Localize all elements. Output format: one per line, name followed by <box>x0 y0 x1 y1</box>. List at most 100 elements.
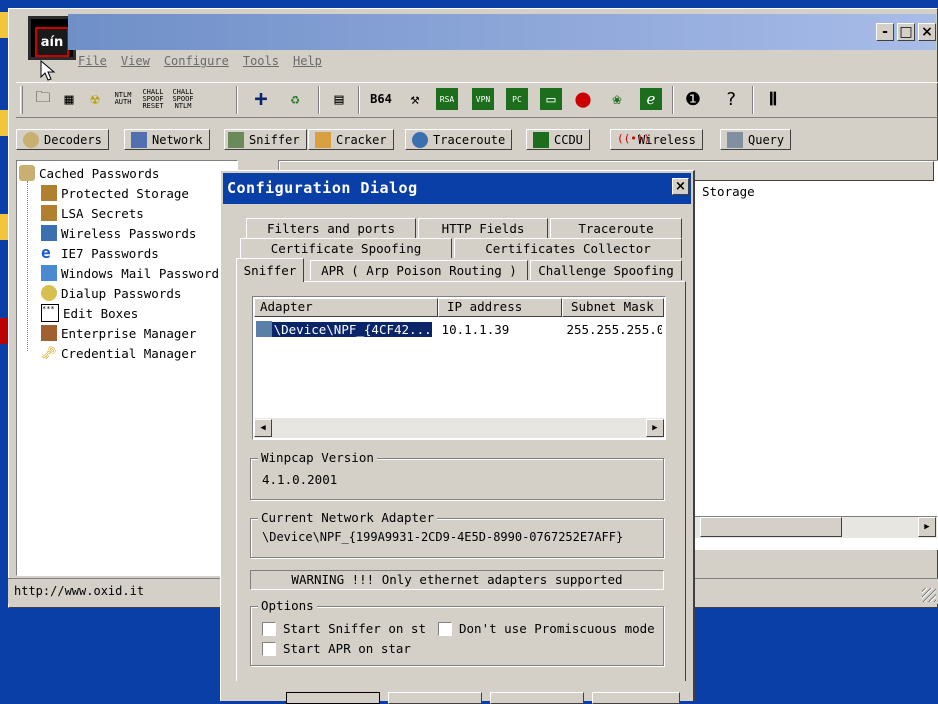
tool-icon[interactable]: ⚒ <box>404 88 426 110</box>
ntlm-auth-icon[interactable]: NTLM AUTH <box>110 88 136 110</box>
chall-spoof-ntlm-icon[interactable]: CHALL SPOOF NTLM <box>170 88 196 110</box>
adapter-mask: 255.255.255.0 <box>566 321 662 337</box>
exit-icon[interactable]: Ⅱ <box>762 88 784 110</box>
info-icon[interactable]: ❶ <box>682 88 704 110</box>
adapter-list-hscrollbar[interactable] <box>254 418 664 438</box>
network-card-icon[interactable]: ▦ <box>58 88 80 110</box>
recycle-icon[interactable]: ♻ <box>284 88 306 110</box>
menu-configure[interactable]: Configure <box>164 54 229 68</box>
wireless-icon: ((•)) <box>617 131 651 145</box>
results-scroll-thumb[interactable] <box>700 517 842 537</box>
protected-storage-icon <box>41 185 57 201</box>
add-icon[interactable]: + <box>250 87 272 112</box>
toolbar-separator <box>236 86 238 114</box>
scroll-right-button[interactable]: ▶ <box>918 517 936 537</box>
tree-item-wireless-passwords[interactable]: Wireless Passwords <box>41 223 196 243</box>
adapter-row[interactable]: \Device\NPF_{4CF42... 10.1.1.39 255.255.… <box>256 319 662 339</box>
vpn-icon[interactable]: VPN <box>472 88 494 110</box>
dialog-close-button[interactable]: × <box>672 178 689 195</box>
ie-icon: e <box>41 243 51 262</box>
dtab-certificates-collector[interactable]: Certificates Collector <box>454 238 682 258</box>
tree-item-windows-mail-passwords[interactable]: Windows Mail Passwords <box>41 263 227 283</box>
tree-item-enterprise-manager[interactable]: Enterprise Manager <box>41 323 196 343</box>
adapter-name: \Device\NPF_{4CF42... <box>271 321 432 337</box>
tab-decoders[interactable]: Decoders <box>16 129 109 150</box>
tab-cracker-label: Cracker <box>336 132 387 147</box>
terminal-icon[interactable]: ▭ <box>540 88 562 110</box>
dtab-filters-and-ports[interactable]: Filters and ports <box>246 218 416 238</box>
tab-decoders-label: Decoders <box>44 132 102 147</box>
query-icon <box>727 131 743 148</box>
ip-col-header[interactable]: IP address <box>438 298 562 317</box>
tree-item-dialup-passwords[interactable]: Dialup Passwords <box>41 283 181 303</box>
toolbar-separator <box>672 86 674 114</box>
dialog-title-bar[interactable]: Configuration Dialog <box>223 173 691 204</box>
desktop-strip <box>0 0 8 701</box>
help-icon[interactable]: ? <box>720 88 742 110</box>
export-icon[interactable]: ▤ <box>328 88 350 110</box>
tree-item-protected-storage[interactable]: Protected Storage <box>41 183 189 203</box>
tree-pane[interactable]: Cached Passwords Protected Storage LSA S… <box>16 160 238 576</box>
dont-use-promiscuous-label[interactable]: Don't use Promiscuous mode <box>459 621 655 636</box>
start-apr-checkbox[interactable] <box>262 642 276 656</box>
tree-item-credential-manager[interactable]: 🗝 Credential Manager <box>41 343 196 363</box>
dtab-http-fields[interactable]: HTTP Fields <box>418 218 548 238</box>
tab-ccdu-label: CCDU <box>554 132 583 147</box>
start-sniffer-label[interactable]: Start Sniffer on st <box>283 621 433 636</box>
mask-col-header[interactable]: Subnet Mask <box>562 298 664 317</box>
current-adapter-group-title: Current Network Adapter <box>258 510 438 525</box>
wallet-icon[interactable]: ℯ <box>640 88 662 110</box>
menu-view[interactable]: View <box>121 54 150 68</box>
cancel-button[interactable] <box>388 692 482 704</box>
tree-item-edit-boxes[interactable]: *** Edit Boxes <box>41 303 138 323</box>
dtab-apr[interactable]: APR ( Arp Poison Routing ) <box>310 260 528 280</box>
tab-network[interactable]: Network <box>124 129 210 150</box>
minimize-button[interactable]: - <box>876 23 894 41</box>
dont-use-promiscuous-checkbox[interactable] <box>438 622 452 636</box>
maximize-button[interactable]: □ <box>897 23 915 41</box>
tree-item-lsa-secrets[interactable]: LSA Secrets <box>41 203 144 223</box>
open-icon[interactable]: 🗀 <box>32 88 54 110</box>
toolbar-separator <box>318 86 320 114</box>
start-apr-label[interactable]: Start APR on star <box>283 641 423 656</box>
radiation-icon[interactable]: ☢ <box>84 88 106 110</box>
tab-sniffer[interactable]: Sniffer <box>224 129 307 150</box>
title-bar[interactable] <box>68 14 936 50</box>
tab-ccdu[interactable]: CCDU <box>526 129 590 150</box>
tab-wireless[interactable]: ((•)) Wireless <box>610 129 703 150</box>
tree-root-cached-passwords[interactable]: Cached Passwords <box>19 163 159 183</box>
tree-item-label: Dialup Passwords <box>61 285 182 301</box>
globe-icon[interactable]: ❀ <box>606 88 628 110</box>
wireless-passwords-icon <box>41 225 57 241</box>
rsa-icon[interactable]: RSA <box>436 88 458 110</box>
tab-query[interactable]: Query <box>720 129 792 150</box>
chall-spoof-ntlm-label: CHALL SPOOF NTLM <box>172 87 194 110</box>
menu-tools[interactable]: Tools <box>243 54 279 68</box>
adapter-col-header[interactable]: Adapter <box>254 298 438 317</box>
menu-bar: File View Configure Tools Help <box>78 54 478 74</box>
tree-item-ie7-passwords[interactable]: e IE7 Passwords <box>41 243 159 263</box>
tab-cracker[interactable]: Cracker <box>308 129 394 150</box>
apply-button[interactable] <box>490 692 584 704</box>
start-sniffer-checkbox[interactable] <box>262 622 276 636</box>
scroll-right-button[interactable]: ▶ <box>646 419 664 437</box>
record-icon[interactable]: ⬤ <box>572 88 594 110</box>
dialup-icon <box>41 285 57 301</box>
pc-icon[interactable]: PC <box>506 88 528 110</box>
options-group-title: Options <box>258 598 317 613</box>
adapter-ip: 10.1.1.39 <box>441 321 510 337</box>
help-button[interactable] <box>592 692 680 704</box>
menu-file[interactable]: File <box>78 54 107 68</box>
tab-traceroute[interactable]: Traceroute <box>405 129 513 150</box>
chall-spoof-reset-icon[interactable]: CHALL SPOOF RESET <box>140 88 166 110</box>
edit-box-icon: *** <box>41 304 59 322</box>
base64-icon[interactable]: B64 <box>370 88 392 110</box>
ok-button[interactable] <box>286 692 380 704</box>
dtab-certificate-spoofing[interactable]: Certificate Spoofing <box>240 238 452 258</box>
dtab-challenge-spoofing[interactable]: Challenge Spoofing <box>530 260 682 280</box>
scroll-left-button[interactable]: ◀ <box>254 419 272 437</box>
close-button[interactable]: × <box>918 23 936 41</box>
dtab-sniffer[interactable]: Sniffer <box>236 258 304 282</box>
menu-help[interactable]: Help <box>293 54 322 68</box>
dtab-traceroute[interactable]: Traceroute <box>550 218 682 238</box>
